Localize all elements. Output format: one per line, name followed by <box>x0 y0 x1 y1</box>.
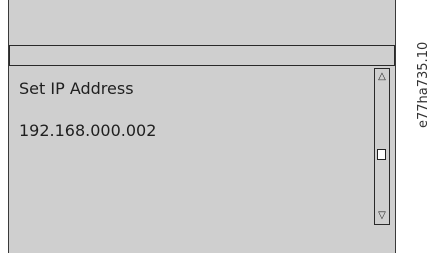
parameter-label: Set IP Address <box>19 79 134 98</box>
triangle-up-icon[interactable]: △ <box>375 70 389 84</box>
ip-address-value[interactable]: 192.168.000.002 <box>19 121 156 140</box>
lcp-display: Set IP Address 192.168.000.002 △ ▽ <box>8 0 396 253</box>
scrollbar[interactable]: △ ▽ <box>374 68 390 225</box>
triangle-down-icon[interactable]: ▽ <box>375 209 389 223</box>
header-bar <box>9 45 395 66</box>
scroll-thumb[interactable] <box>377 149 386 160</box>
figure-code: e77ha735.10 <box>416 41 431 128</box>
